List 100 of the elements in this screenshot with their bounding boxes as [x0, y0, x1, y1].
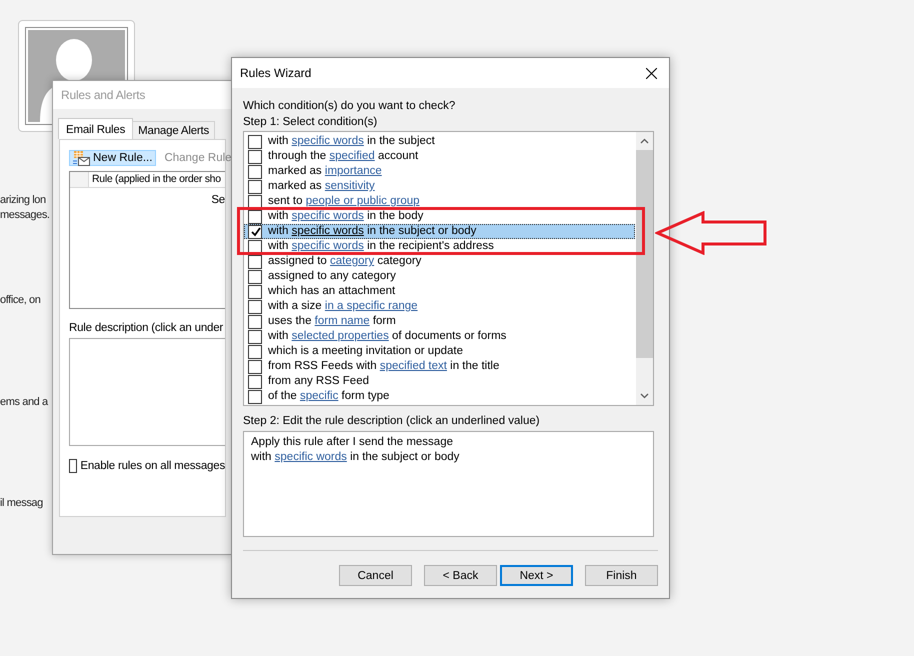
- checkbox[interactable]: [248, 314, 262, 328]
- new-rule-button[interactable]: New Rule...: [69, 150, 156, 166]
- condition-item[interactable]: which has an attachment: [244, 284, 635, 299]
- condition-item[interactable]: with specific words in the subject: [244, 134, 635, 149]
- condition-label: through the specified account: [268, 149, 418, 164]
- condition-item[interactable]: with specific words in the recipient's address: [244, 239, 635, 254]
- condition-label: marked as sensitivity: [268, 179, 375, 194]
- condition-label: from RSS Feeds with specified text in the title: [268, 359, 500, 374]
- arrow-icon: [655, 211, 768, 255]
- link[interactable]: specific words: [292, 135, 364, 147]
- scrollbar[interactable]: [636, 132, 653, 405]
- dialog-button[interactable]: < Back: [424, 565, 497, 586]
- condition-label: assigned to category category: [268, 254, 422, 269]
- checkbox[interactable]: [248, 270, 262, 284]
- condition-label: from any RSS Feed: [268, 374, 369, 389]
- checkbox[interactable]: [248, 374, 262, 388]
- condition-item[interactable]: uses the form name form: [244, 314, 635, 329]
- link[interactable]: specified: [329, 150, 375, 162]
- checkbox[interactable]: [248, 150, 262, 164]
- condition-item[interactable]: assigned to category category: [244, 254, 635, 269]
- table-cell: Se: [211, 193, 225, 208]
- condition-item[interactable]: which is a meeting invitation or update: [244, 344, 635, 359]
- checkbox[interactable]: [248, 284, 262, 298]
- checkbox[interactable]: [248, 254, 262, 268]
- condition-label: which has an attachment: [268, 284, 396, 299]
- checkbox[interactable]: [248, 134, 262, 148]
- checkbox[interactable]: [248, 164, 262, 178]
- condition-item[interactable]: with specific words in the body: [244, 209, 635, 224]
- background-text: messages.: [0, 208, 51, 223]
- checkbox[interactable]: [248, 300, 262, 314]
- link[interactable]: selected properties: [292, 330, 389, 342]
- link[interactable]: sensitivity: [324, 180, 375, 192]
- link[interactable]: category: [330, 255, 374, 267]
- condition-item[interactable]: of the specific form type: [244, 389, 635, 404]
- step-label: Step 1: Select condition(s): [243, 115, 378, 130]
- condition-item[interactable]: sent to people or public group: [244, 194, 635, 209]
- description-line: Apply this rule after I send the message: [251, 435, 454, 450]
- scrollbar-thumb[interactable]: [636, 150, 653, 358]
- condition-item[interactable]: from RSS Feeds with specified text in the title: [244, 359, 635, 374]
- condition-label: of the specific form type: [268, 389, 390, 404]
- checkbox[interactable]: [248, 390, 262, 404]
- condition-label: with selected properties of documents or forms: [268, 329, 506, 344]
- window-title: Rules Wizard: [240, 66, 312, 80]
- link[interactable]: people or public group: [306, 195, 420, 207]
- condition-label: sent to people or public group: [268, 194, 420, 209]
- condition-label: uses the form name form: [268, 314, 396, 329]
- dialog-button[interactable]: Finish: [585, 565, 658, 586]
- column-header: Rule (applied in the order sho: [91, 172, 221, 187]
- question-text: Which condition(s) do you want to check?: [243, 99, 456, 114]
- condition-label: with specific words in the subject or body: [268, 224, 476, 239]
- condition-item[interactable]: with specific words in the subject or body: [244, 224, 635, 239]
- condition-label: with specific words in the body: [268, 209, 424, 224]
- checkbox[interactable]: [248, 360, 262, 374]
- tab[interactable]: Manage Alerts: [132, 121, 216, 139]
- link[interactable]: specific words: [292, 240, 364, 252]
- background-text: il messag: [0, 496, 44, 511]
- link[interactable]: form name: [314, 315, 370, 327]
- condition-label: which is a meeting invitation or update: [268, 344, 463, 359]
- condition-item[interactable]: through the specified account: [244, 149, 635, 164]
- condition-item[interactable]: with selected properties of documents or forms: [244, 329, 635, 344]
- checkbox-label: Enable rules on all messages: [80, 460, 225, 472]
- checkbox[interactable]: [248, 224, 262, 238]
- condition-item[interactable]: with a size in a specific range: [244, 299, 635, 314]
- condition-label: assigned to any category: [268, 269, 396, 284]
- condition-label: marked as importance: [268, 164, 382, 179]
- link[interactable]: specific: [300, 390, 338, 402]
- checkbox[interactable]: [248, 240, 262, 254]
- condition-item[interactable]: assigned to any category: [244, 269, 635, 284]
- background-text: office, on: [0, 293, 42, 308]
- link[interactable]: specific words: [292, 210, 364, 222]
- link[interactable]: importance: [324, 165, 382, 177]
- rule-description-label: Rule description (click an under: [69, 321, 224, 335]
- condition-label: with specific words in the recipient's address: [268, 239, 494, 254]
- checkbox[interactable]: [248, 330, 262, 344]
- dialog-button[interactable]: Cancel: [339, 565, 412, 586]
- envelope-icon: [73, 150, 90, 166]
- link[interactable]: specified text: [380, 360, 447, 372]
- link[interactable]: specific words: [274, 451, 347, 463]
- chevron-up-icon[interactable]: [640, 138, 649, 144]
- background-text: arizing lon: [0, 193, 47, 208]
- step-label: Step 2: Edit the rule description (click an underlined value): [243, 414, 541, 429]
- background-text: ems and a: [0, 395, 50, 410]
- condition-label: with specific words in the subject: [268, 134, 435, 149]
- close-icon: [646, 68, 656, 78]
- condition-label: with a size in a specific range: [268, 299, 418, 314]
- condition-item[interactable]: from any RSS Feed: [244, 374, 635, 389]
- description-line: with specific words in the subject or body: [251, 450, 460, 465]
- link[interactable]: in a specific range: [324, 300, 418, 312]
- chevron-down-icon[interactable]: [640, 393, 649, 399]
- condition-item[interactable]: marked as sensitivity: [244, 179, 635, 194]
- dialog-button[interactable]: Next >: [500, 565, 573, 586]
- checkbox[interactable]: [248, 194, 262, 208]
- condition-item[interactable]: marked as importance: [244, 164, 635, 179]
- link[interactable]: specific words: [292, 225, 364, 237]
- checkbox[interactable]: [248, 210, 262, 224]
- checkbox[interactable]: [248, 180, 262, 194]
- checkbox[interactable]: [248, 344, 262, 358]
- checkbox[interactable]: [69, 459, 78, 473]
- window-title: Rules and Alerts: [53, 81, 232, 109]
- tab[interactable]: Email Rules: [58, 118, 134, 139]
